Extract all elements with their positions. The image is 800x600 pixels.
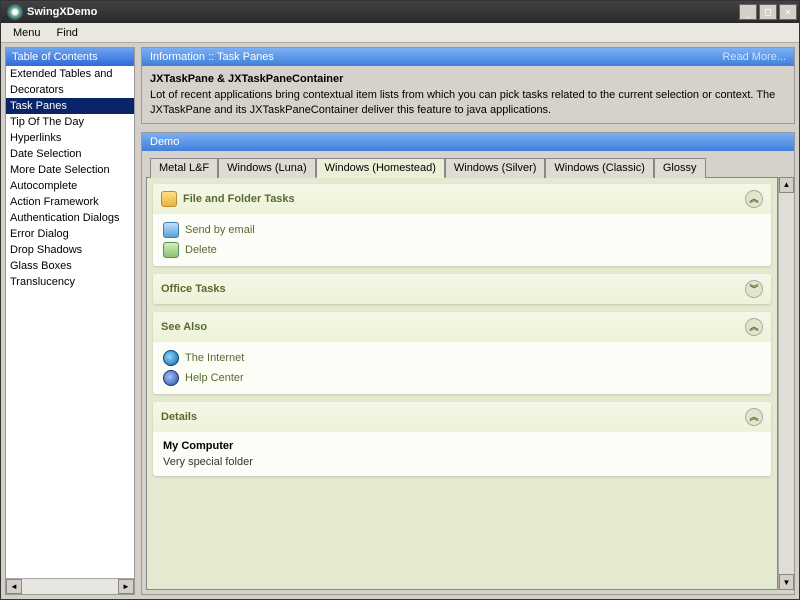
scroll-thumb[interactable] bbox=[779, 193, 794, 574]
java-icon bbox=[7, 4, 23, 20]
sidebar: Table of Contents Extended Tables andDec… bbox=[5, 47, 135, 595]
scroll-up-icon[interactable]: ▲ bbox=[779, 177, 794, 193]
sidebar-item[interactable]: Authentication Dialogs bbox=[6, 210, 134, 226]
link-internet[interactable]: The Internet bbox=[163, 348, 761, 368]
tab[interactable]: Windows (Classic) bbox=[545, 158, 653, 178]
link-help[interactable]: Help Center bbox=[163, 368, 761, 388]
globe-icon bbox=[163, 350, 179, 366]
vertical-scrollbar[interactable]: ▲ ▼ bbox=[778, 177, 794, 590]
folder-icon bbox=[161, 191, 177, 207]
sidebar-item[interactable]: More Date Selection bbox=[6, 162, 134, 178]
sidebar-item[interactable]: Hyperlinks bbox=[6, 130, 134, 146]
task-scroll-wrap: File and Folder Tasks ︽ Send by email bbox=[146, 177, 794, 590]
sidebar-hscroll[interactable]: ◄ ► bbox=[6, 578, 134, 594]
sidebar-item[interactable]: Error Dialog bbox=[6, 226, 134, 242]
task-pane-office: Office Tasks ︾ bbox=[153, 274, 771, 304]
sidebar-item[interactable]: Task Panes bbox=[6, 98, 134, 114]
sidebar-item[interactable]: Extended Tables and bbox=[6, 66, 134, 82]
sidebar-item[interactable]: Tip Of The Day bbox=[6, 114, 134, 130]
info-header-title: Information :: Task Panes bbox=[150, 51, 274, 63]
chevron-up-icon[interactable]: ︽ bbox=[745, 408, 763, 426]
maximize-button[interactable]: □ bbox=[759, 4, 777, 20]
titlebar: SwingXDemo _ □ × bbox=[1, 1, 799, 23]
delete-icon bbox=[163, 242, 179, 258]
sidebar-item[interactable]: Action Framework bbox=[6, 194, 134, 210]
menubar: Menu Find bbox=[1, 23, 799, 43]
sidebar-item[interactable]: Translucency bbox=[6, 274, 134, 290]
details-line1: My Computer bbox=[163, 438, 761, 454]
info-text: Lot of recent applications bring context… bbox=[150, 88, 786, 117]
details-line2: Very special folder bbox=[163, 454, 761, 470]
window-title: SwingXDemo bbox=[27, 6, 739, 18]
task-head-seealso[interactable]: See Also ︽ bbox=[153, 312, 771, 342]
app-window: SwingXDemo _ □ × Menu Find Table of Cont… bbox=[0, 0, 800, 600]
link-delete[interactable]: Delete bbox=[163, 240, 761, 260]
task-body-details: My Computer Very special folder bbox=[153, 432, 771, 476]
info-heading: JXTaskPane & JXTaskPaneContainer bbox=[150, 72, 786, 86]
task-head-details[interactable]: Details ︽ bbox=[153, 402, 771, 432]
info-panel-header: Information :: Task Panes Read More... bbox=[142, 48, 794, 66]
sidebar-list: Extended Tables andDecoratorsTask PanesT… bbox=[6, 66, 134, 578]
demo-inner: Metal L&FWindows (Luna)Windows (Homestea… bbox=[146, 155, 794, 590]
sidebar-item[interactable]: Glass Boxes bbox=[6, 258, 134, 274]
scroll-track[interactable] bbox=[22, 579, 118, 594]
demo-body: Metal L&FWindows (Luna)Windows (Homestea… bbox=[142, 151, 794, 594]
task-pane-details: Details ︽ My Computer Very special folde… bbox=[153, 402, 771, 476]
tab[interactable]: Windows (Homestead) bbox=[316, 158, 445, 178]
tab[interactable]: Windows (Luna) bbox=[218, 158, 315, 178]
task-title-office: Office Tasks bbox=[161, 283, 226, 295]
chevron-down-icon[interactable]: ︾ bbox=[745, 280, 763, 298]
window-controls: _ □ × bbox=[739, 4, 797, 20]
sidebar-item[interactable]: Date Selection bbox=[6, 146, 134, 162]
content-area: Table of Contents Extended Tables andDec… bbox=[1, 43, 799, 599]
tab-bar: Metal L&FWindows (Luna)Windows (Homestea… bbox=[146, 155, 794, 177]
menu-item-find[interactable]: Find bbox=[49, 25, 86, 41]
task-area: File and Folder Tasks ︽ Send by email bbox=[146, 177, 778, 590]
demo-panel: Demo Metal L&FWindows (Luna)Windows (Hom… bbox=[141, 132, 795, 595]
task-body-file: Send by email Delete bbox=[153, 214, 771, 266]
minimize-button[interactable]: _ bbox=[739, 4, 757, 20]
tab[interactable]: Windows (Silver) bbox=[445, 158, 546, 178]
task-head-office[interactable]: Office Tasks ︾ bbox=[153, 274, 771, 304]
scroll-right-icon[interactable]: ► bbox=[118, 579, 134, 594]
close-button[interactable]: × bbox=[779, 4, 797, 20]
task-title-details: Details bbox=[161, 411, 197, 423]
chevron-up-icon[interactable]: ︽ bbox=[745, 190, 763, 208]
mail-icon bbox=[163, 222, 179, 238]
help-icon bbox=[163, 370, 179, 386]
tab[interactable]: Metal L&F bbox=[150, 158, 218, 178]
info-body: JXTaskPane & JXTaskPaneContainer Lot of … bbox=[142, 66, 794, 123]
task-title-seealso: See Also bbox=[161, 321, 207, 333]
sidebar-item[interactable]: Autocomplete bbox=[6, 178, 134, 194]
info-panel: Information :: Task Panes Read More... J… bbox=[141, 47, 795, 124]
scroll-down-icon[interactable]: ▼ bbox=[779, 574, 794, 590]
sidebar-item[interactable]: Drop Shadows bbox=[6, 242, 134, 258]
chevron-up-icon[interactable]: ︽ bbox=[745, 318, 763, 336]
link-send-email[interactable]: Send by email bbox=[163, 220, 761, 240]
task-head-file[interactable]: File and Folder Tasks ︽ bbox=[153, 184, 771, 214]
demo-header-title: Demo bbox=[150, 136, 179, 148]
sidebar-header: Table of Contents bbox=[6, 48, 134, 66]
read-more-link[interactable]: Read More... bbox=[722, 51, 786, 63]
task-pane-file: File and Folder Tasks ︽ Send by email bbox=[153, 184, 771, 266]
main-area: Information :: Task Panes Read More... J… bbox=[141, 47, 795, 595]
task-body-seealso: The Internet Help Center bbox=[153, 342, 771, 394]
scroll-left-icon[interactable]: ◄ bbox=[6, 579, 22, 594]
menu-item-menu[interactable]: Menu bbox=[5, 25, 49, 41]
demo-panel-header: Demo bbox=[142, 133, 794, 151]
task-pane-seealso: See Also ︽ The Internet bbox=[153, 312, 771, 394]
task-title-file: File and Folder Tasks bbox=[183, 193, 295, 205]
sidebar-item[interactable]: Decorators bbox=[6, 82, 134, 98]
tab[interactable]: Glossy bbox=[654, 158, 706, 178]
